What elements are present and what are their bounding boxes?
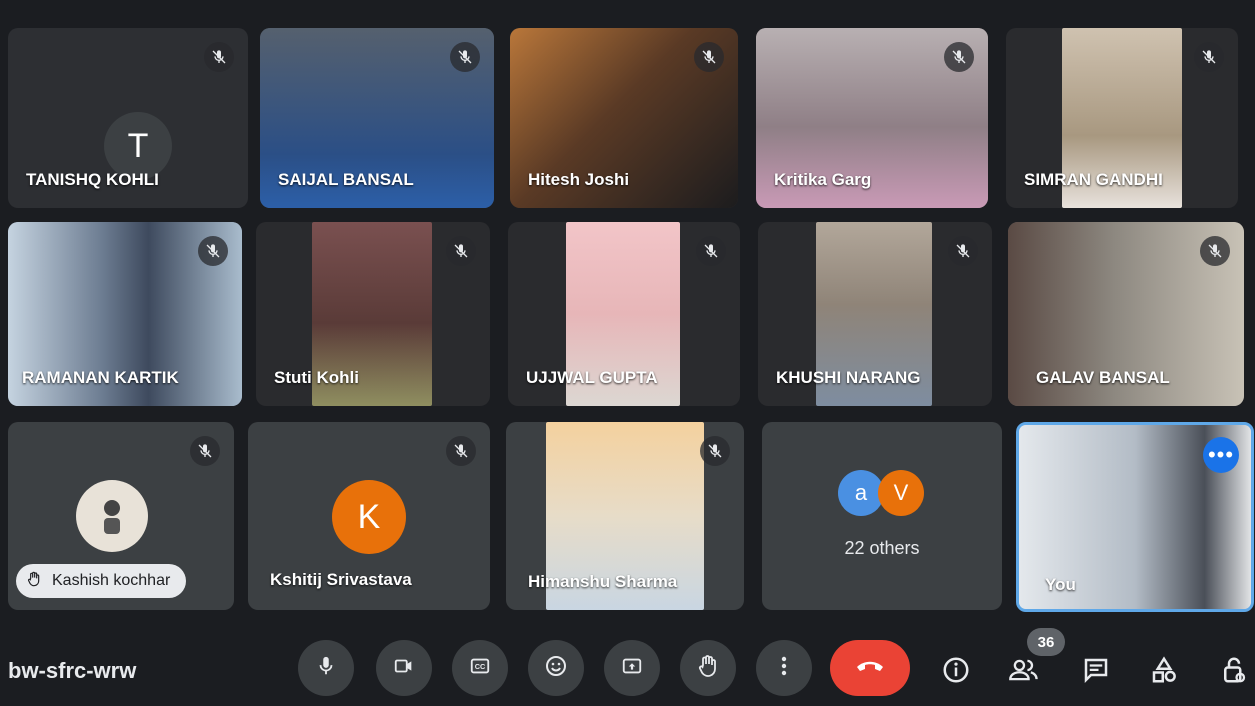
mic-icon	[315, 654, 337, 683]
participant-name: Stuti Kohli	[274, 368, 359, 387]
control-bar: bw-sfrc-wrw CC 36	[0, 620, 1255, 706]
mic-off-icon	[694, 42, 724, 72]
camera-icon	[392, 655, 416, 682]
participant-tile[interactable]: SAIJAL BANSAL	[260, 28, 494, 208]
participant-name: KHUSHI NARANG	[776, 368, 921, 387]
mic-off-icon	[190, 436, 220, 466]
activities-button[interactable]	[1144, 652, 1184, 692]
participant-name: Hitesh Joshi	[528, 170, 630, 189]
mic-off-icon	[446, 436, 476, 466]
mic-off-icon	[944, 42, 974, 72]
mic-off-icon	[204, 42, 234, 72]
participant-name: Kritika Garg	[774, 170, 872, 189]
participant-name: SIMRAN GANDHI	[1024, 170, 1163, 189]
meeting-code: bw-sfrc-wrw	[8, 658, 137, 683]
svg-text:CC: CC	[475, 662, 486, 671]
more-options-button[interactable]: •••	[1203, 437, 1239, 473]
mic-off-icon	[948, 236, 978, 266]
host-controls-button[interactable]	[1214, 652, 1254, 692]
participant-name: SAIJAL BANSAL	[278, 170, 414, 189]
others-tile[interactable]: a V 22 others	[762, 422, 1002, 610]
participant-grid: T TANISHQ KOHLI SAIJAL BANSAL Hitesh Jos…	[0, 0, 1255, 620]
participant-tile[interactable]: UJJWAL GUPTA	[508, 222, 740, 406]
raised-hand-icon	[26, 571, 42, 592]
lock-icon	[1219, 655, 1249, 690]
reactions-button[interactable]	[528, 640, 584, 696]
more-options-button[interactable]	[756, 640, 812, 696]
mic-off-icon	[198, 236, 228, 266]
others-count: 22 others	[844, 538, 920, 558]
mic-off-icon	[700, 436, 730, 466]
mic-button[interactable]	[298, 640, 354, 696]
mic-off-icon	[446, 236, 476, 266]
participant-tile[interactable]: Kashish kochhar	[8, 422, 234, 610]
mic-off-icon	[1200, 236, 1230, 266]
participant-name: Himanshu Sharma	[528, 572, 678, 591]
mic-off-icon	[696, 236, 726, 266]
participant-name: Kshitij Srivastava	[270, 570, 412, 589]
self-tile[interactable]: ••• You	[1016, 422, 1254, 612]
participant-tile[interactable]: K Kshitij Srivastava	[248, 422, 490, 610]
raise-hand-button[interactable]	[680, 640, 736, 696]
participant-tile[interactable]: SIMRAN GANDHI	[1006, 28, 1238, 208]
mic-off-icon	[1194, 42, 1224, 72]
activities-icon	[1149, 655, 1179, 690]
others-avatars: a V	[838, 470, 924, 516]
participant-tile[interactable]: RAMANAN KARTIK	[8, 222, 242, 406]
participant-name: RAMANAN KARTIK	[22, 368, 179, 387]
chat-icon	[1081, 655, 1111, 690]
raised-hand-chip: Kashish kochhar	[16, 564, 187, 598]
avatar: K	[332, 480, 406, 554]
raise-hand-icon	[696, 654, 720, 683]
chat-button[interactable]	[1076, 652, 1116, 692]
participant-tile[interactable]: Hitesh Joshi	[510, 28, 738, 208]
captions-button[interactable]: CC	[452, 640, 508, 696]
avatar: V	[878, 470, 924, 516]
end-call-icon	[855, 658, 885, 679]
participant-tile[interactable]: T TANISHQ KOHLI	[8, 28, 248, 208]
camera-button[interactable]	[376, 640, 432, 696]
participant-tile[interactable]: GALAV BANSAL	[1008, 222, 1244, 406]
meeting-info-button[interactable]	[936, 652, 976, 692]
participant-name: Kashish kochhar	[52, 572, 171, 589]
emoji-icon	[544, 654, 568, 683]
participant-name: GALAV BANSAL	[1036, 368, 1170, 387]
participant-name: You	[1045, 575, 1076, 594]
people-button[interactable]	[1004, 652, 1044, 692]
captions-icon: CC	[468, 655, 492, 682]
end-call-button[interactable]	[830, 640, 910, 696]
participant-tile[interactable]: KHUSHI NARANG	[758, 222, 992, 406]
participant-name: UJJWAL GUPTA	[526, 368, 658, 387]
present-screen-icon	[620, 655, 644, 682]
participant-tile[interactable]: Stuti Kohli	[256, 222, 490, 406]
participant-name: TANISHQ KOHLI	[26, 170, 159, 189]
avatar	[76, 480, 148, 552]
more-vert-icon	[780, 654, 788, 683]
present-button[interactable]	[604, 640, 660, 696]
participant-tile[interactable]: Himanshu Sharma	[506, 422, 744, 610]
people-icon	[1008, 656, 1040, 689]
info-icon	[941, 655, 971, 690]
participant-tile[interactable]: Kritika Garg	[756, 28, 988, 208]
mic-off-icon	[450, 42, 480, 72]
